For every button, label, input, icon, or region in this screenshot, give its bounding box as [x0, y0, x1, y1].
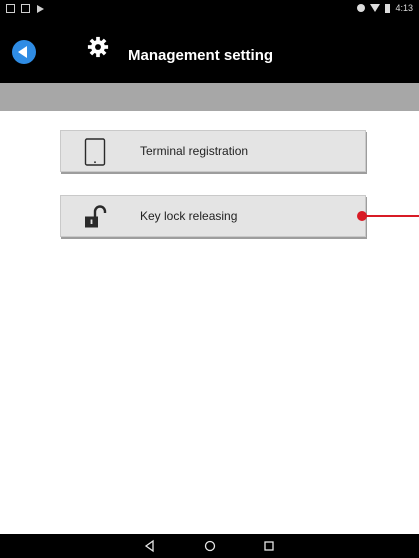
page-title: Management setting — [128, 47, 274, 64]
action-bar: Management setting — [0, 20, 419, 83]
key-lock-releasing-label: Key lock releasing — [140, 209, 238, 223]
callout-line — [362, 215, 419, 217]
status-time: 4:13 — [395, 3, 413, 13]
back-button[interactable] — [12, 40, 36, 64]
gear-icon — [87, 36, 109, 58]
battery-icon — [385, 3, 391, 13]
status-circle-icon — [357, 4, 366, 12]
back-arrow-icon — [18, 46, 27, 58]
nav-recent-apps-icon[interactable] — [262, 539, 276, 553]
key-lock-releasing-button[interactable]: Key lock releasing — [60, 195, 366, 237]
sub-header-strip — [0, 83, 419, 111]
status-right-icons: 4:13 — [357, 3, 413, 13]
sd-card-icon — [21, 4, 30, 13]
navigation-bar — [0, 534, 419, 558]
callout-dot — [357, 211, 367, 221]
play-icon — [37, 4, 44, 13]
wifi-icon — [370, 4, 381, 12]
unlock-icon — [85, 205, 107, 228]
status-left-icons — [6, 4, 44, 13]
nav-home-icon[interactable] — [203, 539, 217, 553]
tablet-icon — [84, 138, 106, 166]
terminal-registration-label: Terminal registration — [140, 144, 249, 158]
status-bar: 4:13 — [0, 0, 419, 20]
nav-back-icon[interactable] — [143, 539, 157, 553]
terminal-registration-button[interactable]: Terminal registration — [60, 130, 366, 172]
notification-icon — [6, 4, 15, 13]
